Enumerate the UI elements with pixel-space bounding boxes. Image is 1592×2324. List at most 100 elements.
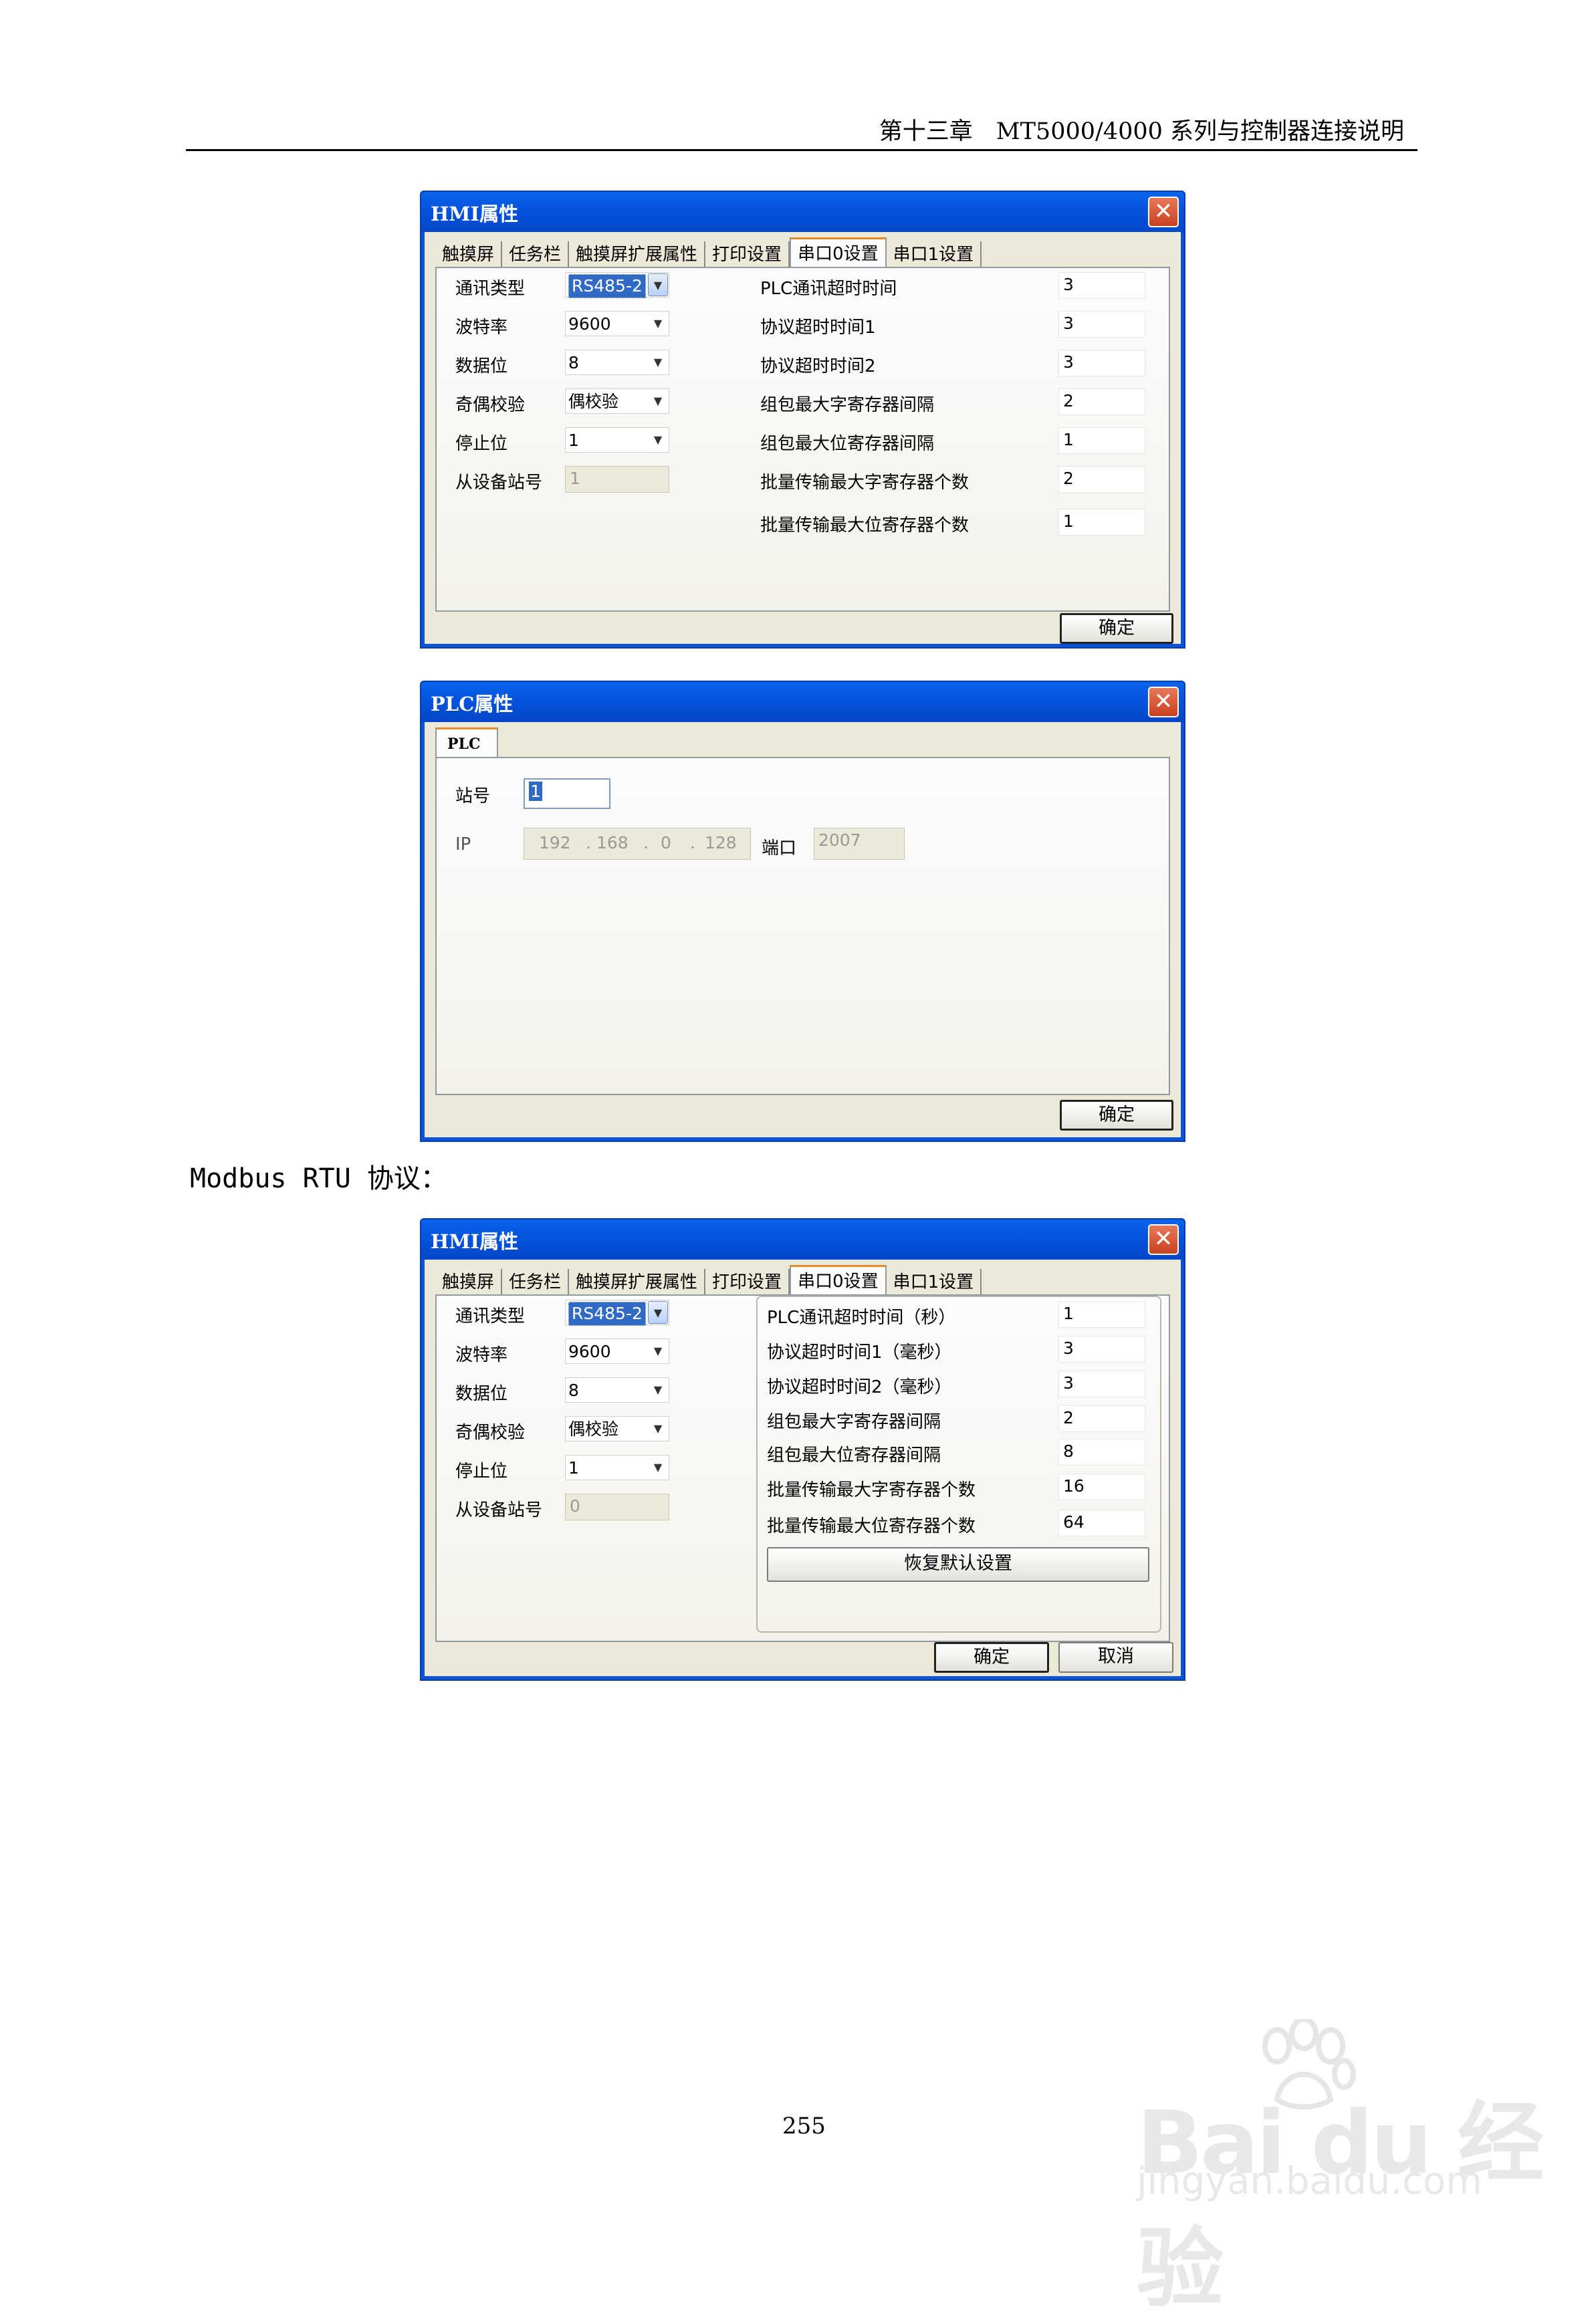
ip-octet-1: 192 [539, 833, 571, 852]
max-word-interval-input[interactable]: 2 [1058, 388, 1145, 415]
batch-max-bit-input[interactable]: 1 [1058, 509, 1145, 536]
dialog-client: 触摸屏 任务栏 触摸屏扩展属性 打印设置 串口0设置 串口1设置 通讯类型 波特… [425, 232, 1181, 644]
label-comm-type: 通讯类型 [455, 279, 526, 299]
ok-button[interactable]: 确定 [1060, 1100, 1173, 1131]
close-button[interactable]: ✕ [1148, 687, 1179, 717]
stop-bits-value: 1 [568, 1458, 579, 1478]
label-data-bits: 数据位 [455, 356, 508, 376]
tab-touchscreen[interactable]: 触摸屏 [435, 1269, 503, 1294]
label-station: 站号 [455, 786, 491, 806]
data-bits-value: 8 [568, 353, 579, 372]
dialog-title: PLC属性 [431, 693, 514, 715]
ip-address-field: 192 . 168 . 0 . 128 [524, 828, 751, 860]
port-field: 2007 [814, 828, 905, 860]
chevron-down-icon[interactable]: ▼ [648, 1301, 668, 1324]
station-input[interactable]: 1 [524, 778, 610, 809]
label-ip: IP [455, 834, 471, 854]
title-bar[interactable]: HMI属性 ✕ [421, 192, 1184, 232]
batch-max-word-input[interactable]: 16 [1058, 1474, 1145, 1500]
tab-serial0[interactable]: 串口0设置 [790, 237, 887, 270]
tab-taskbar[interactable]: 任务栏 [502, 1269, 570, 1294]
tab-panel: 站号 1 IP 192 . 168 . 0 . 128 端口 2007 [435, 757, 1170, 1095]
batch-max-bit-input[interactable]: 64 [1058, 1510, 1145, 1536]
parity-select[interactable]: 偶校验 ▼ [565, 388, 669, 414]
restore-defaults-button[interactable]: 恢复默认设置 [767, 1547, 1149, 1582]
tab-print[interactable]: 打印设置 [705, 1269, 790, 1294]
label-protocol-timeout-1: 协议超时时间1 [760, 318, 876, 338]
protocol-timeout-2-input[interactable]: 3 [1058, 350, 1145, 376]
ip-dot: . [586, 833, 591, 852]
chevron-down-icon[interactable]: ▼ [648, 312, 668, 335]
comm-type-select[interactable]: RS485-2 ▼ [565, 272, 669, 298]
label-max-bit-interval: 组包最大位寄存器间隔 [760, 434, 935, 454]
baud-rate-select[interactable]: 9600 ▼ [565, 311, 669, 336]
tab-strip: 触摸屏 任务栏 触摸屏扩展属性 打印设置 串口0设置 串口1设置 [435, 237, 982, 270]
plc-timeout-input[interactable]: 1 [1058, 1301, 1145, 1328]
ip-dot: . [643, 833, 649, 852]
data-bits-select[interactable]: 8 ▼ [565, 1377, 669, 1403]
tab-taskbar[interactable]: 任务栏 [502, 241, 570, 267]
label-baud-rate: 波特率 [455, 1345, 508, 1365]
chevron-down-icon[interactable]: ▼ [648, 429, 668, 451]
dialog-title: HMI属性 [431, 1230, 519, 1253]
page-number: 255 [782, 2113, 826, 2139]
close-icon: ✕ [1153, 688, 1173, 715]
page-header: 第十三章 MT5000/4000 系列与控制器连接说明 [879, 118, 1404, 145]
ok-button[interactable]: 确定 [1060, 613, 1173, 644]
tab-extended[interactable]: 触摸屏扩展属性 [569, 241, 706, 267]
baud-rate-select[interactable]: 9600 ▼ [565, 1339, 669, 1364]
chevron-down-icon[interactable]: ▼ [648, 273, 668, 296]
protocol-timeout-2-input[interactable]: 3 [1058, 1371, 1145, 1397]
chevron-down-icon[interactable]: ▼ [648, 1456, 668, 1479]
comm-type-value: RS485-2 [568, 274, 646, 298]
batch-max-word-input[interactable]: 2 [1058, 466, 1145, 493]
tab-serial1[interactable]: 串口1设置 [887, 1269, 982, 1294]
watermark-url: jingyan.baidu.com [1137, 2160, 1482, 2203]
stop-bits-select[interactable]: 1 ▼ [565, 427, 669, 453]
dialog-client: 触摸屏 任务栏 触摸屏扩展属性 打印设置 串口0设置 串口1设置 通讯类型 波特… [425, 1260, 1181, 1676]
stop-bits-select[interactable]: 1 ▼ [565, 1455, 669, 1480]
chevron-down-icon[interactable]: ▼ [648, 1379, 668, 1401]
slave-station-field: 1 [565, 466, 669, 493]
title-bar[interactable]: PLC属性 ✕ [421, 682, 1184, 722]
tab-serial1[interactable]: 串口1设置 [887, 241, 982, 267]
ok-button[interactable]: 确定 [934, 1642, 1049, 1673]
section-heading: Modbus RTU 协议： [190, 1163, 447, 1194]
chevron-down-icon[interactable]: ▼ [648, 1340, 668, 1363]
label-max-word-interval: 组包最大字寄存器间隔 [767, 1412, 941, 1432]
label-port: 端口 [762, 838, 797, 858]
max-bit-interval-input[interactable]: 1 [1058, 427, 1145, 454]
max-bit-interval-input[interactable]: 8 [1058, 1439, 1145, 1466]
label-batch-max-bit: 批量传输最大位寄存器个数 [760, 515, 970, 536]
comm-type-value: RS485-2 [568, 1302, 646, 1326]
cancel-button[interactable]: 取消 [1058, 1642, 1173, 1673]
parity-select[interactable]: 偶校验 ▼ [565, 1416, 669, 1441]
dialog-title: HMI属性 [431, 203, 519, 225]
chevron-down-icon[interactable]: ▼ [648, 1417, 668, 1440]
stop-bits-value: 1 [568, 431, 579, 450]
protocol-timeout-1-input[interactable]: 3 [1058, 311, 1145, 338]
label-protocol-timeout-1: 协议超时时间1（毫秒） [767, 1343, 952, 1363]
label-comm-type: 通讯类型 [455, 1306, 526, 1326]
hmi-properties-dialog-modbus: HMI属性 ✕ 触摸屏 任务栏 触摸屏扩展属性 打印设置 串口0设置 串口1设置… [420, 1218, 1185, 1681]
close-button[interactable]: ✕ [1148, 197, 1179, 227]
title-bar[interactable]: HMI属性 ✕ [421, 1219, 1184, 1260]
data-bits-select[interactable]: 8 ▼ [565, 350, 669, 375]
data-bits-value: 8 [568, 1381, 579, 1400]
label-baud-rate: 波特率 [455, 318, 508, 338]
tab-plc[interactable]: PLC [435, 727, 498, 760]
chevron-down-icon[interactable]: ▼ [648, 390, 668, 413]
hmi-properties-dialog: HMI属性 ✕ 触摸屏 任务栏 触摸屏扩展属性 打印设置 串口0设置 串口1设置… [420, 191, 1185, 649]
chevron-down-icon[interactable]: ▼ [648, 351, 668, 374]
tab-serial0[interactable]: 串口0设置 [790, 1265, 887, 1298]
max-word-interval-input[interactable]: 2 [1058, 1405, 1145, 1432]
protocol-timeout-1-input[interactable]: 3 [1058, 1336, 1145, 1363]
parity-value: 偶校验 [568, 392, 619, 411]
tab-extended[interactable]: 触摸屏扩展属性 [569, 1269, 706, 1294]
tab-touchscreen[interactable]: 触摸屏 [435, 241, 503, 267]
label-data-bits: 数据位 [455, 1384, 508, 1404]
comm-type-select[interactable]: RS485-2 ▼ [565, 1300, 669, 1326]
tab-print[interactable]: 打印设置 [705, 241, 790, 267]
plc-timeout-input[interactable]: 3 [1058, 272, 1145, 299]
close-button[interactable]: ✕ [1148, 1224, 1179, 1255]
